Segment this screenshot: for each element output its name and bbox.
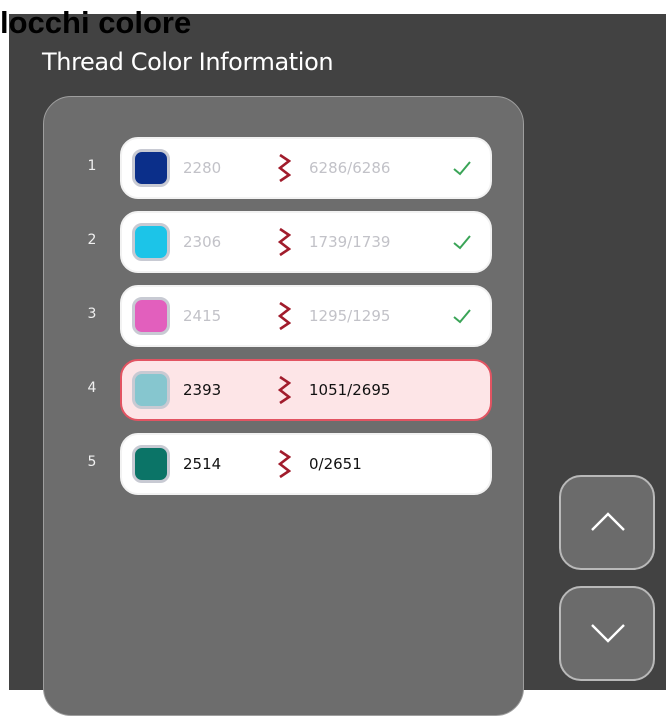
stitch-count: 0/2651 <box>309 455 362 473</box>
thread-code: 2393 <box>183 381 222 399</box>
color-swatch <box>132 149 170 187</box>
thread-code: 2514 <box>183 455 222 473</box>
color-swatch <box>132 297 170 335</box>
thread-list-panel: 1 2280 6286/6286 2 2306 1739/1739 3 2415… <box>43 96 524 716</box>
thread-number: 2 <box>87 232 97 248</box>
thread-card-active[interactable]: 2393 1051/2695 <box>120 359 492 421</box>
thread-code: 2280 <box>183 159 222 177</box>
zigzag-stitch-icon <box>277 449 291 479</box>
scroll-down-button[interactable] <box>559 586 655 681</box>
stitch-count: 1739/1739 <box>309 233 391 251</box>
thread-row-4[interactable]: 4 2393 1051/2695 <box>44 359 525 421</box>
thread-code: 2415 <box>183 307 222 325</box>
color-swatch <box>132 223 170 261</box>
zigzag-stitch-icon <box>277 227 291 257</box>
zigzag-stitch-icon <box>277 153 291 183</box>
color-swatch <box>132 371 170 409</box>
thread-card[interactable]: 2306 1739/1739 <box>120 211 492 273</box>
thread-code: 2306 <box>183 233 222 251</box>
thread-row-3[interactable]: 3 2415 1295/1295 <box>44 285 525 347</box>
checkmark-icon <box>453 161 471 176</box>
chevron-up-icon <box>591 512 625 531</box>
thread-number: 5 <box>87 454 97 470</box>
thread-row-1[interactable]: 1 2280 6286/6286 <box>44 137 525 199</box>
chevron-down-icon <box>591 624 625 643</box>
thread-number: 4 <box>87 380 97 396</box>
zigzag-stitch-icon <box>277 301 291 331</box>
checkmark-icon <box>453 309 471 324</box>
thread-card[interactable]: 2415 1295/1295 <box>120 285 492 347</box>
stitch-count: 1295/1295 <box>309 307 391 325</box>
color-swatch <box>132 445 170 483</box>
thread-row-2[interactable]: 2 2306 1739/1739 <box>44 211 525 273</box>
thread-card[interactable]: 2514 0/2651 <box>120 433 492 495</box>
thread-number: 3 <box>87 306 97 322</box>
checkmark-icon <box>453 235 471 250</box>
stitch-count: 6286/6286 <box>309 159 391 177</box>
screen-title: Thread Color Information <box>42 48 334 76</box>
scroll-up-button[interactable] <box>559 475 655 570</box>
thread-row-5[interactable]: 5 2514 0/2651 <box>44 433 525 495</box>
thread-card[interactable]: 2280 6286/6286 <box>120 137 492 199</box>
thread-number: 1 <box>87 158 97 174</box>
thread-color-screen: Thread Color Information 1 2280 6286/628… <box>9 14 666 716</box>
page-caption: locchi colore <box>0 5 192 40</box>
stitch-count: 1051/2695 <box>309 381 391 399</box>
zigzag-stitch-icon <box>277 375 291 405</box>
